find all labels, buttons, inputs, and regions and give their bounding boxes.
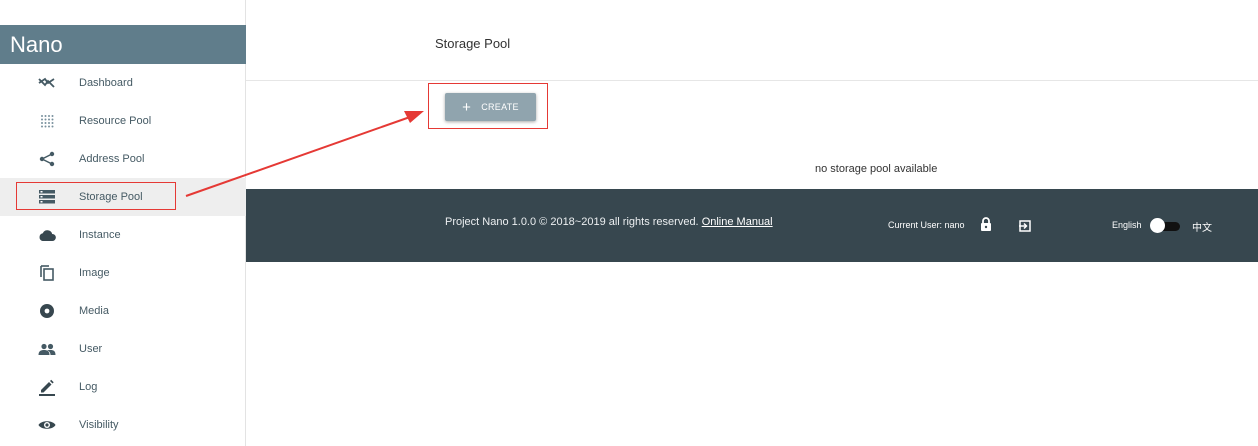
online-manual-link[interactable]: Online Manual (702, 216, 773, 228)
sidebar-item-label: Address Pool (79, 153, 145, 165)
language-english-label: English (1112, 220, 1142, 230)
sidebar-nav: Dashboard Resource Pool Address Pool Sto… (0, 64, 246, 444)
sidebar-item-label: Media (79, 305, 109, 317)
storage-icon (37, 187, 57, 207)
header-divider (246, 80, 1258, 81)
disc-icon (37, 301, 57, 321)
sidebar-item-visibility[interactable]: Visibility (0, 406, 246, 444)
empty-state-message: no storage pool available (815, 163, 938, 175)
dots-grid-icon (37, 111, 57, 131)
copy-icon (37, 263, 57, 283)
footer: Project Nano 1.0.0 © 2018~2019 all right… (246, 189, 1258, 262)
sidebar-item-label: Instance (79, 229, 121, 241)
sidebar: Nano Dashboard Resource Pool Address Poo… (0, 0, 246, 446)
sidebar-item-label: User (79, 343, 103, 355)
sidebar-item-dashboard[interactable]: Dashboard (0, 64, 246, 102)
sidebar-item-resource-pool[interactable]: Resource Pool (0, 102, 246, 140)
sidebar-item-label: Dashboard (79, 77, 133, 89)
lock-icon[interactable] (980, 217, 992, 236)
footer-copyright: Project Nano 1.0.0 © 2018~2019 all right… (445, 216, 773, 228)
sidebar-item-log[interactable]: Log (0, 368, 246, 406)
sidebar-item-media[interactable]: Media (0, 292, 246, 330)
toggle-knob (1150, 218, 1165, 233)
trending-down-icon (37, 73, 57, 93)
current-user-label: Current User: nano (888, 220, 965, 230)
copyright-text: Project Nano 1.0.0 © 2018~2019 all right… (445, 216, 699, 228)
sidebar-item-address-pool[interactable]: Address Pool (0, 140, 246, 178)
language-chinese-label: 中文 (1192, 223, 1212, 234)
cloud-icon (37, 225, 57, 245)
create-button[interactable]: + CREATE (445, 93, 536, 121)
plus-icon: + (462, 98, 472, 116)
edit-icon (37, 377, 57, 397)
sidebar-item-storage-pool[interactable]: Storage Pool (0, 178, 246, 216)
language-toggle[interactable] (1150, 218, 1182, 233)
brand-title: Nano (0, 25, 246, 64)
logout-icon[interactable] (1019, 219, 1031, 237)
sidebar-item-image[interactable]: Image (0, 254, 246, 292)
share-icon (37, 149, 57, 169)
sidebar-item-instance[interactable]: Instance (0, 216, 246, 254)
sidebar-item-label: Storage Pool (79, 191, 143, 203)
page-title: Storage Pool (435, 36, 511, 51)
sidebar-item-label: Image (79, 267, 110, 279)
create-button-label: CREATE (481, 102, 519, 112)
sidebar-item-label: Visibility (79, 419, 119, 431)
sidebar-item-label: Log (79, 381, 98, 393)
people-icon (37, 339, 57, 359)
eye-icon (37, 415, 57, 435)
sidebar-item-user[interactable]: User (0, 330, 246, 368)
sidebar-item-label: Resource Pool (79, 115, 152, 127)
